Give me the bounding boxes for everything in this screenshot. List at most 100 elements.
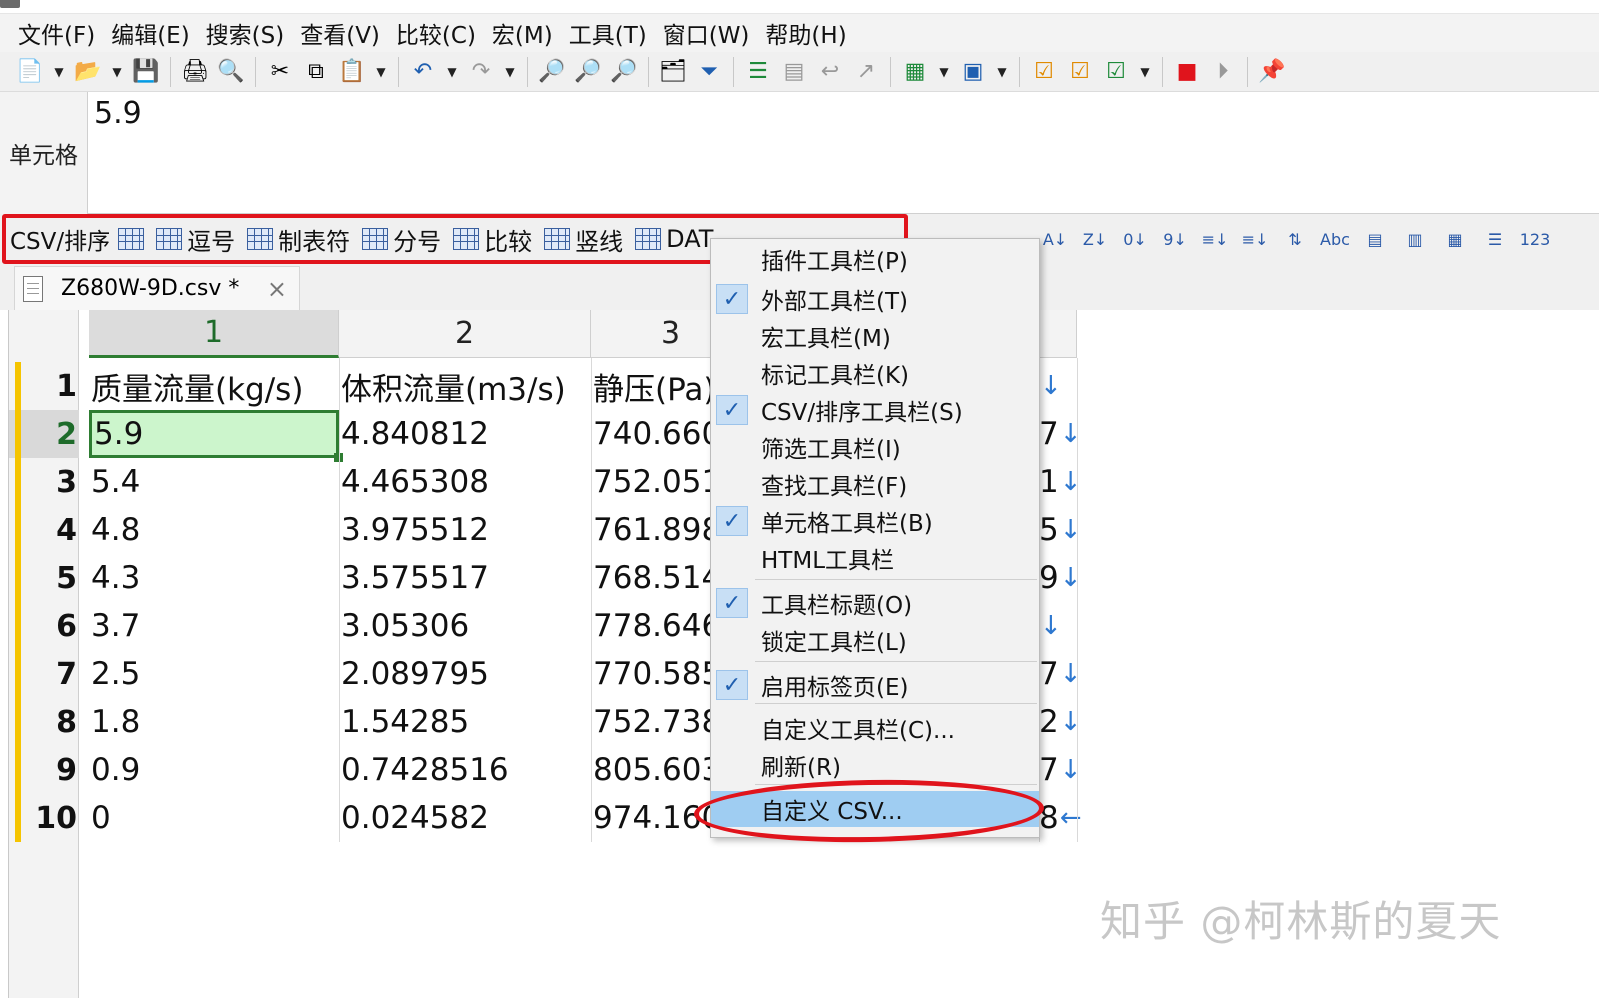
find-prev-icon[interactable]: 🔎: [608, 56, 640, 88]
word-wrap-icon[interactable]: ☰: [742, 56, 774, 88]
return-icon[interactable]: ↩: [814, 56, 846, 88]
table-cell-partial[interactable]: 2 ↓: [1039, 698, 1082, 746]
save-icon[interactable]: 💾: [130, 56, 162, 88]
context-menu-item[interactable]: ✓ CSV/排序工具栏(S): [711, 392, 1039, 428]
document-list-dropdown-icon[interactable]: ▼: [935, 56, 953, 88]
paste-dropdown-icon[interactable]: ▼: [372, 56, 390, 88]
document-list-icon[interactable]: ▦: [899, 56, 931, 88]
copy-icon[interactable]: ⧉: [300, 56, 332, 88]
table-cell[interactable]: 778.646: [591, 602, 721, 650]
undo-dropdown-icon[interactable]: ▼: [443, 56, 461, 88]
columns-icon[interactable]: ▥: [1400, 224, 1430, 254]
table-cell-partial[interactable]: 5 ↓: [1039, 506, 1082, 554]
ruler-icon[interactable]: 123: [1520, 224, 1551, 254]
table-cell[interactable]: 752.051: [591, 458, 721, 506]
context-menu-item[interactable]: 刷新(R): [711, 747, 1039, 783]
undo-icon[interactable]: ↶: [407, 56, 439, 88]
menu-file[interactable]: 文件(F): [10, 16, 103, 50]
table-cell[interactable]: 3.7: [89, 602, 339, 650]
redo-icon[interactable]: ↷: [465, 56, 497, 88]
pin-icon[interactable]: 📌: [1256, 56, 1288, 88]
insert-column-icon[interactable]: ▦: [1440, 224, 1470, 254]
sort-desc-icon[interactable]: ≡↓: [1240, 224, 1270, 254]
context-menu-item[interactable]: ✓ 外部工具栏(T): [711, 281, 1039, 317]
table-cell[interactable]: 761.898: [591, 506, 721, 554]
close-tab-icon[interactable]: ×: [267, 275, 287, 303]
context-menu-item[interactable]: 查找工具栏(F): [711, 466, 1039, 502]
table-cell[interactable]: 3.975512: [339, 506, 591, 554]
stop-record-icon[interactable]: ■: [1171, 56, 1203, 88]
table-cell[interactable]: 静压(Pa): [591, 362, 721, 410]
sort-options-icon[interactable]: ⇅: [1280, 224, 1310, 254]
table-cell[interactable]: 3.05306: [339, 602, 591, 650]
table-cell[interactable]: 4.465308: [339, 458, 591, 506]
table-cell[interactable]: 0.9: [89, 746, 339, 794]
outline-icon[interactable]: ▤: [778, 56, 810, 88]
context-menu-item[interactable]: 宏工具栏(M): [711, 318, 1039, 354]
context-menu-item[interactable]: 自定义工具栏(C)...: [711, 710, 1039, 746]
table-cell-partial[interactable]: 9 ↓: [1039, 554, 1082, 602]
context-menu-item[interactable]: ✓ 工具栏标题(O): [711, 585, 1039, 621]
find-icon[interactable]: 🔎: [536, 56, 568, 88]
menu-search[interactable]: 搜索(S): [198, 16, 293, 50]
new-file-icon[interactable]: 📄: [14, 56, 46, 88]
compare-text-icon[interactable]: ▤: [1360, 224, 1390, 254]
context-menu-item[interactable]: 锁定工具栏(L): [711, 622, 1039, 658]
sort-90-icon[interactable]: 9↓: [1160, 224, 1190, 254]
print-icon[interactable]: 🖨: [179, 56, 211, 88]
table-cell[interactable]: 4.840812: [339, 410, 591, 458]
column-header-1[interactable]: 1: [89, 310, 339, 358]
column-header-2[interactable]: 2: [339, 310, 591, 358]
table-cell[interactable]: 体积流量(m3/s): [339, 362, 591, 410]
line-numbers-icon[interactable]: ☰: [1480, 224, 1510, 254]
table-cell-partial[interactable]: 1 ↓: [1039, 458, 1082, 506]
table-cell[interactable]: 740.660: [591, 410, 721, 458]
strikethrough-icon[interactable]: Abc: [1320, 224, 1350, 254]
table-cell-partial[interactable]: 7 ↓: [1039, 746, 1082, 794]
table-cell[interactable]: 3.575517: [339, 554, 591, 602]
jump-icon[interactable]: ↗: [850, 56, 882, 88]
open-folder-icon[interactable]: 📂: [72, 56, 104, 88]
document-tab[interactable]: Z680W-9D.csv * ×: [14, 266, 300, 310]
column-header-4[interactable]: [1039, 310, 1077, 358]
context-menu-item[interactable]: 筛选工具栏(I): [711, 429, 1039, 465]
table-cell[interactable]: 752.738: [591, 698, 721, 746]
table-cell[interactable]: 768.514: [591, 554, 721, 602]
cell-value-input[interactable]: 5.9: [94, 96, 142, 131]
plugin-icon[interactable]: ▣: [957, 56, 989, 88]
play-macro-icon[interactable]: ⏵: [1207, 56, 1239, 88]
context-menu-item[interactable]: ✓ 单元格工具栏(B): [711, 503, 1039, 539]
table-cell[interactable]: 质量流量(kg/s): [89, 362, 339, 410]
context-menu-item[interactable]: HTML工具栏: [711, 540, 1039, 576]
sort-za-icon[interactable]: Z↓: [1080, 224, 1110, 254]
check-spelling-icon[interactable]: ☑: [1028, 56, 1060, 88]
table-cell[interactable]: 0.024582: [339, 794, 591, 842]
menu-edit[interactable]: 编辑(E): [103, 16, 197, 50]
new-dropdown-icon[interactable]: ▼: [50, 56, 68, 88]
table-cell-partial[interactable]: ↓: [1039, 362, 1062, 410]
table-cell[interactable]: 0.7428516: [339, 746, 591, 794]
menu-window[interactable]: 窗口(W): [655, 16, 758, 50]
find-next-icon[interactable]: 🔎: [572, 56, 604, 88]
table-cell[interactable]: 770.585: [591, 650, 721, 698]
table-cell[interactable]: 5.4: [89, 458, 339, 506]
paste-icon[interactable]: 📋: [336, 56, 368, 88]
context-menu-item[interactable]: 插件工具栏(P): [711, 241, 1039, 277]
table-cell[interactable]: 4.8: [89, 506, 339, 554]
table-cell[interactable]: 1.54285: [339, 698, 591, 746]
sort-az-icon[interactable]: A↓: [1040, 224, 1070, 254]
sort-09-icon[interactable]: 0↓: [1120, 224, 1150, 254]
cut-icon[interactable]: ✂: [264, 56, 296, 88]
validate-dropdown-icon[interactable]: ▼: [1136, 56, 1154, 88]
table-cell[interactable]: 0: [89, 794, 339, 842]
menu-tools[interactable]: 工具(T): [561, 16, 655, 50]
table-cell-partial[interactable]: 7 ↓: [1039, 650, 1082, 698]
table-cell[interactable]: 4.3: [89, 554, 339, 602]
table-cell[interactable]: 1.8: [89, 698, 339, 746]
redo-dropdown-icon[interactable]: ▼: [501, 56, 519, 88]
table-cell[interactable]: 805.603: [591, 746, 721, 794]
table-cell[interactable]: 2.5: [89, 650, 339, 698]
table-cell-partial[interactable]: ↓: [1039, 602, 1062, 650]
table-cell-partial[interactable]: 7 ↓: [1039, 410, 1082, 458]
check-all-icon[interactable]: ☑: [1064, 56, 1096, 88]
